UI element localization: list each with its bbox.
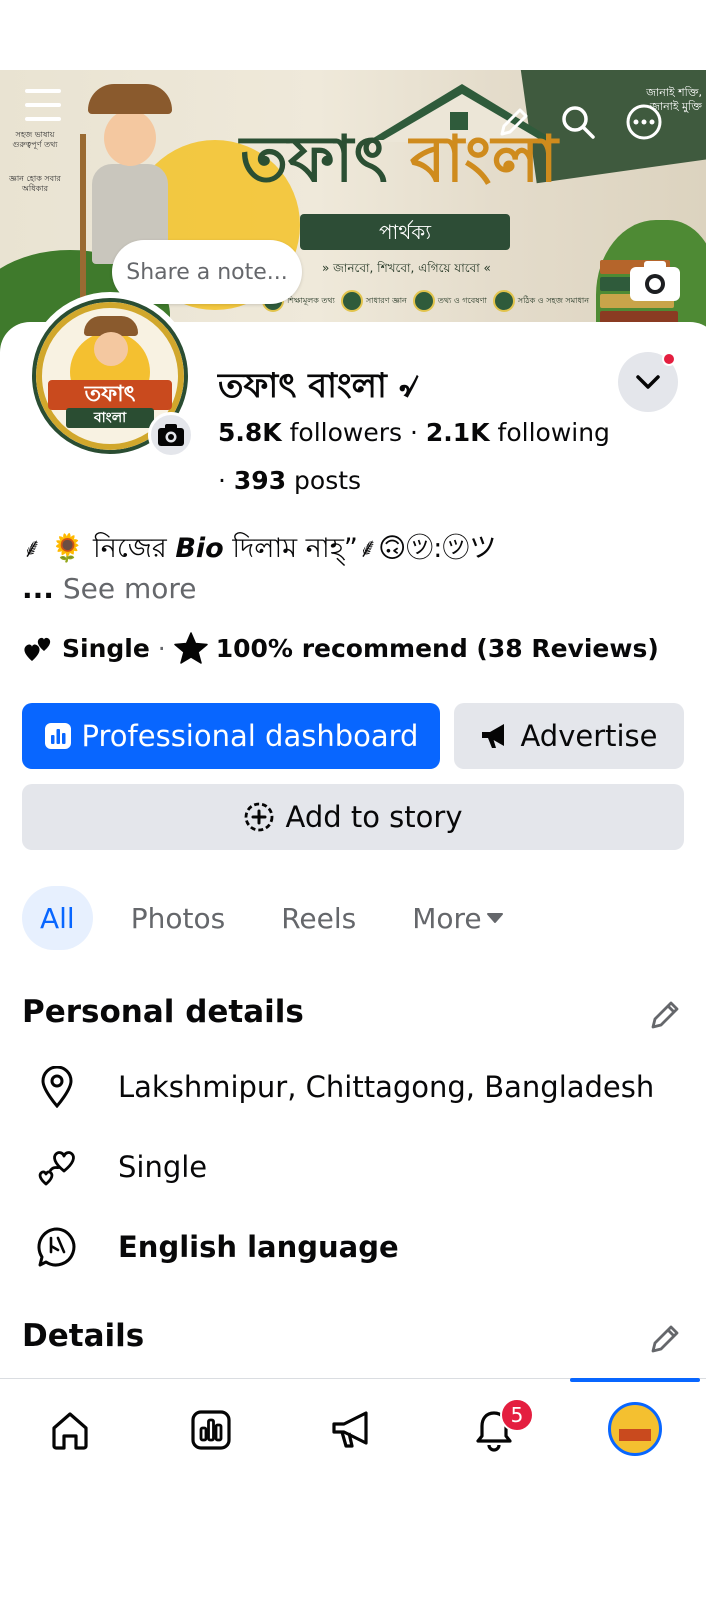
- bio-text: ⸙ 🌻 নিজের Bio দিলাম নাহ্”⸙🙃㋡:㋡ツ: [22, 526, 496, 573]
- cover-side-text-1: সহজ ভাষায় গুরুত্বপূর্ণ তথ্য: [12, 130, 58, 149]
- megaphone-icon: [482, 724, 505, 748]
- nav-home[interactable]: [42, 1402, 98, 1458]
- stats-separator: ·: [218, 466, 226, 495]
- professional-dashboard-button[interactable]: Professional dashboard: [22, 703, 440, 769]
- posts-stats: · 393 posts: [218, 466, 361, 495]
- hearts-icon: [24, 637, 51, 661]
- cover-side-text: সহজ ভাষায় গুরুত্বপূর্ণ তথ্য জ্ঞান হোক স…: [8, 130, 62, 194]
- add-to-story-label: Add to story: [285, 800, 463, 834]
- camera-icon: [158, 424, 184, 446]
- cover-title-part2: বাংলা: [409, 123, 558, 197]
- more-dots-icon: [626, 104, 662, 140]
- location-pin-icon: [41, 1066, 73, 1108]
- cover-feature-chips: শিক্ষামূলক তথ্য সাধারণ জ্ঞান তথ্য ও গবেষ…: [262, 290, 589, 312]
- relationship-status: Single: [62, 633, 150, 663]
- avatar-logo-text: তফাৎ: [48, 380, 172, 410]
- caret-down-icon: [486, 913, 503, 923]
- camera-icon: [630, 261, 680, 301]
- see-more-label: See more: [62, 572, 197, 605]
- menu-button[interactable]: [22, 84, 64, 126]
- tab-more-label: More: [412, 901, 482, 935]
- bio-prefix: ⸙ 🌻 নিজের: [22, 533, 167, 564]
- cover-chip: সাধারণ জ্ঞান: [340, 290, 407, 312]
- bio-bold: Bio: [175, 533, 224, 564]
- active-tab-indicator: [570, 1378, 700, 1382]
- notification-badge: 5: [500, 1398, 534, 1432]
- dashboard-icon: [191, 1410, 231, 1450]
- nav-profile-avatar[interactable]: [608, 1402, 662, 1456]
- language-text: English language: [118, 1230, 399, 1264]
- star-icon: [174, 632, 208, 664]
- more-options-button[interactable]: [624, 102, 664, 142]
- location-text: Lakshmipur, Chittagong, Bangladesh: [118, 1070, 655, 1104]
- following-label[interactable]: following: [498, 418, 610, 447]
- cover-chip: তথ্য ও গবেষণা: [412, 290, 487, 312]
- profile-tabs: All Photos Reels More: [22, 886, 542, 950]
- add-story-icon: [245, 802, 274, 832]
- see-more-ellipsis: ...: [22, 572, 54, 605]
- professional-dashboard-label: Professional dashboard: [81, 719, 419, 753]
- chevron-down-icon: [636, 375, 660, 389]
- tab-photos[interactable]: Photos: [113, 886, 243, 950]
- advertise-button[interactable]: Advertise: [454, 703, 684, 769]
- cover-tagline: » জানবো, শিখবো, এগিয়ে যাবো «: [322, 261, 491, 275]
- hearts-outline-icon: [38, 1151, 75, 1186]
- hamburger-icon: [25, 89, 61, 121]
- notification-dot: [662, 352, 676, 366]
- search-icon: [562, 106, 595, 139]
- tab-all[interactable]: All: [22, 886, 93, 950]
- nav-advertise[interactable]: [324, 1402, 380, 1458]
- nav-dashboard[interactable]: [183, 1402, 239, 1458]
- meta-separator: ·: [157, 633, 166, 663]
- dashboard-icon: [44, 723, 71, 749]
- avatar-logo-text-2: বাংলা: [66, 408, 154, 428]
- following-count[interactable]: 2.1K: [426, 418, 490, 447]
- pencil-icon: [651, 1325, 679, 1353]
- bio-suffix: দিলাম নাহ্”⸙🙃㋡:㋡ツ: [232, 533, 497, 564]
- pencil-icon: [651, 1001, 679, 1029]
- stats-separator: ·: [410, 418, 418, 447]
- see-more-link[interactable]: ... See more: [22, 572, 196, 605]
- edit-profile-picture-button[interactable]: [148, 412, 194, 458]
- cover-side-text-2: জ্ঞান হোক সবার অধিকার: [9, 174, 61, 193]
- add-to-story-button[interactable]: Add to story: [22, 784, 684, 850]
- share-note-bubble[interactable]: Share a note...: [112, 240, 302, 304]
- tab-reels[interactable]: Reels: [263, 886, 374, 950]
- followers-count[interactable]: 5.8K: [218, 418, 282, 447]
- followers-label[interactable]: followers: [290, 418, 402, 447]
- pencil-icon: [500, 108, 528, 136]
- posts-label: posts: [294, 466, 362, 495]
- relationship-text: Single: [118, 1150, 208, 1184]
- profile-meta-row: Single · 100% recommend (38 Reviews): [22, 632, 659, 664]
- search-button[interactable]: [558, 102, 598, 142]
- detail-language: English language: [36, 1226, 399, 1268]
- status-bar-area: [0, 0, 720, 70]
- profile-name: তফাৎ বাংলা ৵: [218, 366, 420, 406]
- follow-stats: 5.8K followers · 2.1K following: [218, 418, 610, 447]
- recommend-rating[interactable]: 100% recommend (38 Reviews): [216, 634, 659, 663]
- edit-details-button[interactable]: [648, 1320, 684, 1356]
- megaphone-icon: [332, 1411, 368, 1448]
- detail-location: Lakshmipur, Chittagong, Bangladesh: [36, 1066, 654, 1108]
- edit-profile-button[interactable]: [494, 102, 534, 142]
- tab-more[interactable]: More: [394, 886, 521, 950]
- language-bubble-icon: [37, 1227, 76, 1267]
- personal-details-title: Personal details: [22, 994, 304, 1030]
- cover-banner: পার্থক্য: [300, 214, 510, 250]
- detail-relationship: Single: [36, 1146, 207, 1188]
- home-icon: [52, 1412, 88, 1450]
- edit-cover-photo-button[interactable]: [628, 258, 682, 304]
- posts-count: 393: [233, 466, 287, 495]
- edit-personal-details-button[interactable]: [648, 996, 684, 1032]
- cover-title-part1: তফাৎ: [240, 123, 388, 197]
- details-title: Details: [22, 1318, 145, 1354]
- advertise-label: Advertise: [520, 719, 658, 753]
- cover-chip: সঠিক ও সহজ সমাধান: [492, 290, 589, 312]
